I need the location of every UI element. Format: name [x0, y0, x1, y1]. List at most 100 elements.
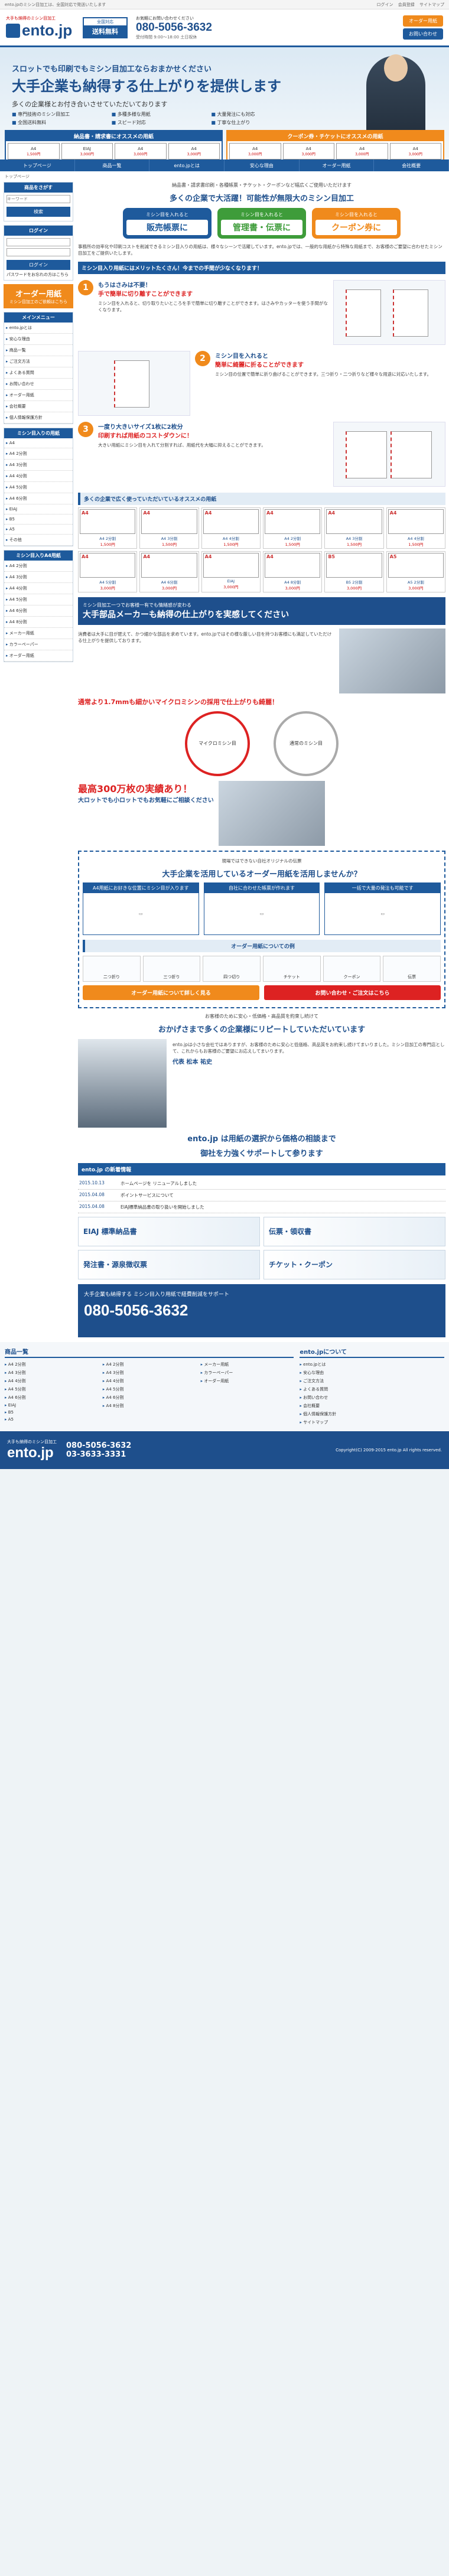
menu-item[interactable]: 個人情報保護方針: [4, 412, 73, 424]
product-item[interactable]: A4 A4 3分割 1,500円: [324, 507, 384, 549]
nav-safety[interactable]: 安心な理由: [224, 159, 300, 171]
footer-link[interactable]: B5: [5, 1409, 98, 1416]
top-link-login[interactable]: ログイン: [377, 2, 393, 7]
example-cut4[interactable]: 四つ切り: [203, 955, 261, 982]
example-slip[interactable]: 伝票: [383, 955, 441, 982]
logo-block[interactable]: 大手も納得のミシン目加工 ento.jp: [6, 15, 77, 40]
promo-eiaj[interactable]: EIAJ 標準納品書: [78, 1216, 260, 1246]
footer-link[interactable]: A4 6分割: [5, 1393, 98, 1402]
menu-item[interactable]: ご注文方法: [4, 356, 73, 367]
mini-product[interactable]: A4 3,000円: [168, 143, 220, 159]
category-item[interactable]: メーカー用紙: [4, 628, 73, 639]
product-item[interactable]: A4 A4 5分割 3,000円: [78, 551, 138, 592]
category-item[interactable]: A4 6分割: [4, 605, 73, 617]
inquiry-button[interactable]: お問い合わせ・ご注文はこちら: [264, 985, 441, 1000]
mini-product[interactable]: A4 3,000円: [336, 143, 388, 159]
footer-link[interactable]: A4 6分割: [103, 1393, 196, 1402]
promo-slip[interactable]: 伝票・領収書: [263, 1216, 445, 1246]
top-link-register[interactable]: 会員登録: [398, 2, 415, 7]
example-fold2[interactable]: 二つ折り: [83, 955, 141, 982]
footer-link[interactable]: ento.jpとは: [300, 1360, 444, 1369]
product-item[interactable]: A4 A4 2分割 1,500円: [78, 507, 138, 549]
footer-link[interactable]: A4 5分割: [103, 1385, 196, 1393]
product-item[interactable]: B5 B5 2分割 3,000円: [324, 551, 384, 592]
example-ticket[interactable]: チケット: [262, 955, 321, 982]
menu-item[interactable]: よくある質問: [4, 367, 73, 379]
login-button[interactable]: ログイン: [6, 260, 70, 270]
footer-link[interactable]: A4 8分割: [103, 1402, 196, 1410]
menu-item[interactable]: 会社概要: [4, 401, 73, 412]
category-item[interactable]: A4 4分割: [4, 583, 73, 594]
product-item[interactable]: A4 A4 2分割 1,500円: [263, 507, 323, 549]
hero-card-invoice[interactable]: 納品書・請求書にオススメの用紙 A4 1,500円 EIAJ 3,000円 A4 3,…: [5, 130, 223, 159]
footer-logo[interactable]: ento.jp: [7, 1445, 57, 1461]
footer-link[interactable]: ご注文方法: [300, 1377, 444, 1385]
menu-item[interactable]: 安心な理由: [4, 334, 73, 345]
footer-link[interactable]: A4 2分割: [5, 1360, 98, 1369]
footer-link[interactable]: A4 3分割: [103, 1369, 196, 1377]
nav-company[interactable]: 会社概要: [374, 159, 449, 171]
news-item[interactable]: 2015.10.13 ホームページを リニューアルしました: [78, 1178, 445, 1190]
category-item[interactable]: A4 2分割: [4, 561, 73, 572]
category-item[interactable]: A4 3分割: [4, 460, 73, 471]
category-item[interactable]: EIAJ: [4, 504, 73, 514]
example-fold3[interactable]: 三つ折り: [142, 955, 201, 982]
footer-link[interactable]: A4 4分割: [103, 1377, 196, 1385]
order-detail-button[interactable]: オーダー用紙について詳しく見る: [83, 985, 259, 1000]
category-item[interactable]: A4 4分割: [4, 471, 73, 482]
news-item[interactable]: 2015.04.08 ポイントサービスについて: [78, 1190, 445, 1201]
footer-link[interactable]: EIAJ: [5, 1402, 98, 1409]
breadcrumb[interactable]: トップページ: [0, 171, 449, 182]
nav-top[interactable]: トップページ: [0, 159, 75, 171]
nav-order[interactable]: オーダー用紙: [300, 159, 375, 171]
footer-link[interactable]: オーダー用紙: [201, 1377, 294, 1385]
contact-cta-banner[interactable]: 大手企業も納得する ミシン目入り用紙で経費削減をサポート 080-5056-36…: [78, 1284, 445, 1337]
category-item[interactable]: オーダー用紙: [4, 650, 73, 662]
order-sheet-banner[interactable]: オーダー用紙 ミシン目加工のご依頼はこちら: [4, 284, 73, 308]
logo[interactable]: ento.jp: [6, 21, 77, 40]
mini-product[interactable]: A4 3,000円: [229, 143, 281, 159]
mini-product[interactable]: A4 1,500円: [8, 143, 60, 159]
nav-products[interactable]: 商品一覧: [75, 159, 150, 171]
product-item[interactable]: A4 A4 4分割 1,500円: [201, 507, 261, 549]
search-button[interactable]: 検索: [6, 207, 70, 217]
product-item[interactable]: A4 A4 6分割 3,000円: [139, 551, 199, 592]
category-item[interactable]: A4 8分割: [4, 617, 73, 628]
hero-card-coupon[interactable]: クーポン券・チケットにオススメの用紙 A4 3,000円 A4 3,000円 A4 3…: [226, 130, 444, 159]
footer-link[interactable]: A5: [5, 1416, 98, 1423]
mini-product[interactable]: EIAJ 3,000円: [61, 143, 113, 159]
menu-item[interactable]: 商品一覧: [4, 345, 73, 356]
product-item[interactable]: A4 A4 8分割 3,000円: [263, 551, 323, 592]
nav-about[interactable]: ento.jpとは: [149, 159, 225, 171]
category-item[interactable]: A4 6分割: [4, 493, 73, 504]
category-item[interactable]: A5: [4, 525, 73, 535]
footer-link[interactable]: 会社概要: [300, 1402, 444, 1410]
footer-tel[interactable]: 080-5056-3632: [66, 1441, 131, 1450]
footer-link[interactable]: A4 2分割: [103, 1360, 196, 1369]
footer-link[interactable]: A4 5分割: [5, 1385, 98, 1393]
header-tel[interactable]: 080-5056-3632: [136, 21, 403, 34]
promo-order[interactable]: 発注書・源泉徴収票: [78, 1249, 260, 1279]
category-item[interactable]: A4 3分割: [4, 572, 73, 583]
category-item[interactable]: A4: [4, 438, 73, 448]
menu-item[interactable]: オーダー用紙: [4, 390, 73, 401]
mini-product[interactable]: A4 3,000円: [282, 143, 334, 159]
category-item[interactable]: B5: [4, 514, 73, 525]
product-item[interactable]: A4 EIAJ 3,000円: [201, 551, 261, 592]
news-item[interactable]: 2015.04.08 EIAJ標準納品書の取り扱いを開始しました: [78, 1201, 445, 1213]
footer-link[interactable]: よくある質問: [300, 1385, 444, 1393]
footer-link[interactable]: 安心な理由: [300, 1369, 444, 1377]
footer-link[interactable]: A4 3分割: [5, 1369, 98, 1377]
footer-link[interactable]: お問い合わせ: [300, 1393, 444, 1402]
mini-product[interactable]: A4 3,000円: [389, 143, 441, 159]
product-item[interactable]: A5 A5 2分割 3,000円: [386, 551, 445, 592]
menu-item[interactable]: お問い合わせ: [4, 379, 73, 390]
contact-button[interactable]: お問い合わせ: [403, 28, 443, 40]
footer-link[interactable]: 個人情報保護方針: [300, 1410, 444, 1418]
category-item[interactable]: A4 5分割: [4, 482, 73, 493]
footer-link[interactable]: メーカー用紙: [201, 1360, 294, 1369]
product-item[interactable]: A4 A4 3分割 1,500円: [139, 507, 199, 549]
category-item[interactable]: カラーペーパー: [4, 639, 73, 650]
mini-product[interactable]: A4 3,000円: [115, 143, 167, 159]
login-password-input[interactable]: [6, 248, 70, 256]
